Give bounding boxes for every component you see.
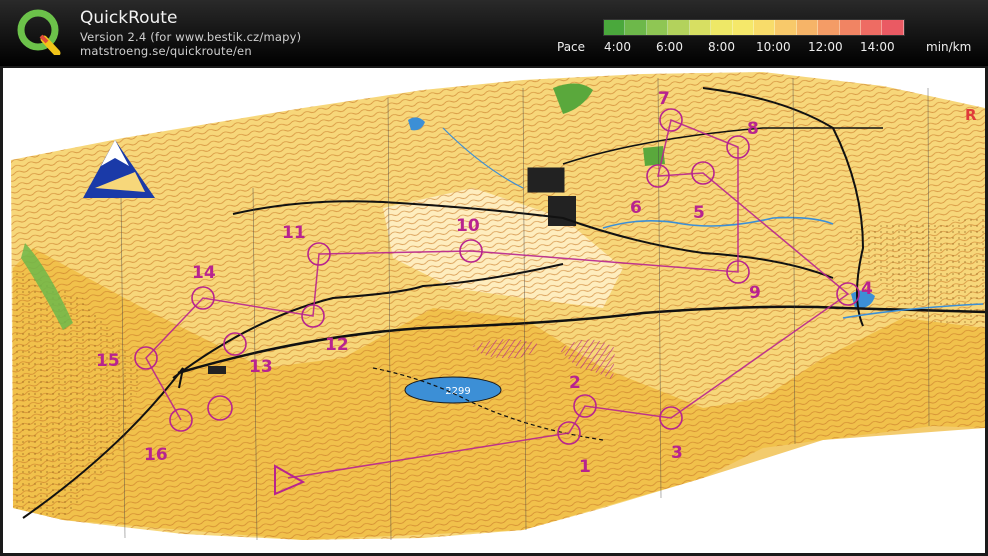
pace-color-swatch <box>882 20 904 35</box>
pace-color-swatch <box>646 20 669 35</box>
control-number: 4 <box>861 279 873 299</box>
pace-color-swatch <box>796 20 819 35</box>
pace-color-swatch <box>861 20 883 35</box>
pace-tick-label: 14:00 <box>860 40 895 54</box>
control-number: 12 <box>325 335 349 355</box>
pace-tick-label: 12:00 <box>808 40 843 54</box>
control-number: 15 <box>96 351 120 371</box>
pace-color-swatch <box>753 20 776 35</box>
pace-color-swatch <box>604 20 626 35</box>
control-number: 14 <box>192 263 216 283</box>
control-number: 2 <box>569 373 581 393</box>
pace-color-swatch <box>668 20 690 35</box>
pace-color-swatch <box>732 20 754 35</box>
control-number: 3 <box>671 443 683 463</box>
app-title: QuickRoute <box>80 8 178 28</box>
building <box>527 167 565 193</box>
pace-color-swatch <box>775 20 797 35</box>
pace-tick-label: 6:00 <box>656 40 683 54</box>
pace-tick-label: 8:00 <box>708 40 735 54</box>
control-number: 13 <box>249 357 273 377</box>
pace-color-swatch <box>818 20 840 35</box>
pace-color-scale <box>603 19 905 36</box>
control-number: 1 <box>579 457 591 477</box>
pace-color-swatch <box>839 20 862 35</box>
control-number: 5 <box>693 203 705 223</box>
control-number: 11 <box>282 223 306 243</box>
map-canvas[interactable]: 2299 R 12345678910111213141516 <box>3 68 985 553</box>
pace-color-swatch <box>689 20 712 35</box>
building <box>208 366 226 374</box>
pace-tick-label: 10:00 <box>756 40 791 54</box>
pace-color-swatch <box>711 20 733 35</box>
control-number: 7 <box>658 89 670 109</box>
pace-tick-label: 4:00 <box>604 40 631 54</box>
control-number: 9 <box>749 283 761 303</box>
control-number: 6 <box>630 198 642 218</box>
map-edge-letter: R <box>965 106 977 124</box>
pace-unit-label: min/km <box>926 40 972 54</box>
pace-color-swatch <box>625 20 647 35</box>
control-number: 8 <box>747 119 759 139</box>
control-number: 16 <box>144 445 168 465</box>
orienteering-map[interactable]: 2299 R 1 2 3 4 5 6 7 8 9 10 11 12 13 14 … <box>3 68 985 553</box>
pace-tick-labels: 4:00 6:00 8:00 10:00 12:00 14:00 <box>0 40 988 56</box>
app-header: QuickRoute Version 2.4 (for www.bestik.c… <box>0 0 988 66</box>
control-number: 10 <box>456 216 480 236</box>
